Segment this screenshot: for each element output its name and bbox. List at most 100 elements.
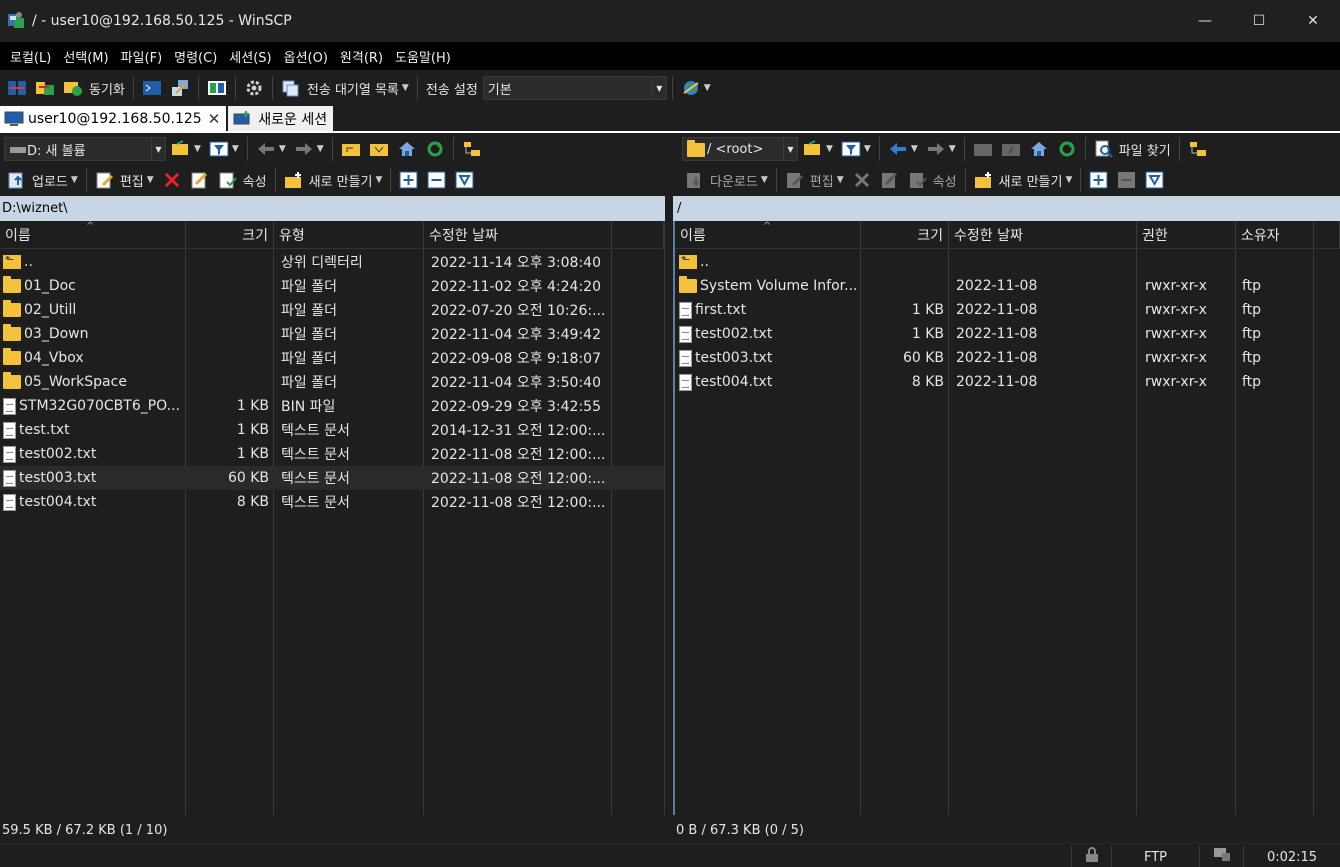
tab-new-session[interactable]: 새로운 세션 (228, 106, 334, 131)
table-row[interactable]: 03_Down 파일 폴더 2022-11-04 오후 3:49:42 (0, 322, 664, 346)
menu-help[interactable]: 도움말(H) (389, 47, 457, 66)
table-row[interactable]: first.txt 1 KB 2022-11-08 rwxr-xr-x ftp (675, 298, 1339, 322)
upload-button[interactable]: 업로드 ▼ (4, 167, 81, 193)
connection-status[interactable] (1199, 846, 1243, 867)
menu-mark[interactable]: 선택(M) (57, 47, 114, 66)
left-parent-dir-button[interactable] (338, 136, 364, 162)
left-drive-select[interactable]: D: 새 볼륨 ▼ (4, 137, 166, 161)
right-select-all-button[interactable] (1142, 167, 1168, 193)
right-drive-select[interactable]: / <root> ▼ (682, 137, 798, 161)
table-row[interactable]: 05_WorkSpace 파일 폴더 2022-11-04 오후 3:50:40 (0, 370, 664, 394)
right-new-button[interactable]: 새로 만들기 ▼ (971, 167, 1076, 193)
preferences-button[interactable] (241, 75, 267, 101)
right-col-empty (1314, 221, 1340, 249)
site-menu-button[interactable]: ▼ (678, 75, 714, 101)
table-row[interactable]: test004.txt 8 KB 2022-11-08 rwxr-xr-x ftp (675, 370, 1339, 394)
left-properties-button[interactable]: 속성 (215, 167, 270, 193)
table-row[interactable]: STM32G070CBT6_PO... 1 KB BIN 파일 2022-09-29 … (0, 394, 664, 418)
right-back-button[interactable]: ▼ (885, 136, 921, 162)
left-select-all-button[interactable] (452, 167, 478, 193)
minimize-button[interactable]: — (1178, 0, 1232, 42)
left-file-list[interactable]: 이름 ^ 크기 유형 수정한 날짜 .. 상위 디렉터리 2022-11-14 오후… (0, 221, 665, 815)
left-col-type[interactable]: 유형 (274, 221, 424, 249)
table-row[interactable]: .. 상위 디렉터리 2022-11-14 오후 3:08:40 (0, 250, 664, 274)
table-row[interactable]: System Volume Infor... 2022-11-08 rwxr-xr-… (675, 274, 1339, 298)
left-filter-button[interactable]: ▼ (206, 136, 242, 162)
table-row[interactable]: 01_Doc 파일 폴더 2022-11-02 오후 4:24:20 (0, 274, 664, 298)
table-row[interactable]: test002.txt 1 KB 텍스트 문서 2022-11-08 오전 12:00… (0, 442, 664, 466)
table-row[interactable]: 04_Vbox 파일 폴더 2022-09-08 오후 9:18:07 (0, 346, 664, 370)
right-forward-button[interactable]: ▼ (923, 136, 959, 162)
synchronize-browsing-button[interactable] (32, 75, 58, 101)
right-refresh-button[interactable] (1054, 136, 1080, 162)
left-col-name[interactable]: 이름 ^ (0, 221, 186, 249)
menu-remote[interactable]: 원격(R) (334, 47, 389, 66)
menu-session[interactable]: 세션(S) (223, 47, 277, 66)
right-delete-button[interactable] (849, 167, 875, 193)
table-row[interactable]: test003.txt 60 KB 텍스트 문서 2022-11-08 오전 12:0… (0, 466, 664, 490)
table-row[interactable]: test004.txt 8 KB 텍스트 문서 2022-11-08 오전 12:00… (0, 490, 664, 514)
right-unselect-files-button[interactable] (1114, 167, 1140, 193)
right-nav-toolbar: / <root> ▼ ▼ ▼ ▼ ▼ 파일 찾기 (682, 134, 1337, 164)
right-rename-button[interactable] (877, 167, 903, 193)
right-select-files-button[interactable] (1086, 167, 1112, 193)
file-modified: 2014-12-31 오전 12:00:... (431, 423, 606, 439)
left-back-button[interactable]: ▼ (253, 136, 289, 162)
left-tree-button[interactable] (459, 136, 485, 162)
file-icon (3, 397, 16, 415)
table-row[interactable]: test.txt 1 KB 텍스트 문서 2014-12-31 오전 12:00:..… (0, 418, 664, 442)
right-parent-dir-button[interactable] (970, 136, 996, 162)
left-rename-button[interactable] (187, 167, 213, 193)
table-row[interactable]: .. (675, 250, 1339, 274)
right-edit-button[interactable]: 편집 ▼ (782, 167, 847, 193)
transfer-preset-select[interactable]: 기본 ▼ (482, 76, 667, 100)
right-col-modified[interactable]: 수정한 날짜 (949, 221, 1137, 249)
left-delete-button[interactable] (159, 167, 185, 193)
right-col-name[interactable]: 이름 ^ (675, 221, 861, 249)
right-tree-button[interactable] (1185, 136, 1211, 162)
menu-files[interactable]: 파일(F) (115, 47, 169, 66)
menu-commands[interactable]: 명령(C) (168, 47, 223, 66)
close-icon[interactable]: ✕ (208, 110, 221, 128)
table-row[interactable]: test003.txt 60 KB 2022-11-08 rwxr-xr-x ftp (675, 346, 1339, 370)
tab-session[interactable]: user10@192.168.50.125 ✕ (0, 106, 227, 131)
left-col-modified[interactable]: 수정한 날짜 (424, 221, 612, 249)
right-file-list[interactable]: 이름 ^ 크기 수정한 날짜 권한 소유자 .. System Volume In… (675, 221, 1340, 815)
tree-icon (1188, 140, 1208, 158)
left-root-dir-button[interactable] (366, 136, 392, 162)
right-properties-button[interactable]: 속성 (905, 167, 960, 193)
left-edit-button[interactable]: 편집 ▼ (92, 167, 157, 193)
left-col-size[interactable]: 크기 (186, 221, 274, 249)
open-terminal-button[interactable] (139, 75, 165, 101)
right-col-size[interactable]: 크기 (861, 221, 949, 249)
right-path-bar[interactable]: / (673, 196, 1340, 221)
compare-directories-button[interactable] (4, 75, 30, 101)
right-open-folder-button[interactable]: ▼ (800, 136, 836, 162)
lock-status[interactable] (1071, 846, 1111, 867)
left-refresh-button[interactable] (422, 136, 448, 162)
find-files-button[interactable]: 파일 찾기 (1091, 136, 1174, 162)
queue-list-button[interactable]: 전송 대기열 목록 ▼ (278, 75, 412, 101)
maximize-button[interactable]: ☐ (1232, 0, 1286, 42)
close-window-button[interactable]: ✕ (1286, 0, 1340, 42)
preferences-panel-button[interactable] (204, 75, 230, 101)
menu-options[interactable]: 옵션(O) (278, 47, 334, 66)
right-root-dir-button[interactable] (998, 136, 1024, 162)
left-select-files-button[interactable] (396, 167, 422, 193)
table-row[interactable]: test002.txt 1 KB 2022-11-08 rwxr-xr-x ftp (675, 322, 1339, 346)
menu-local[interactable]: 로컬(L) (4, 47, 57, 66)
putty-button[interactable] (167, 75, 193, 101)
right-col-rights[interactable]: 권한 (1137, 221, 1236, 249)
right-filter-button[interactable]: ▼ (838, 136, 874, 162)
left-new-button[interactable]: 새로 만들기 ▼ (281, 167, 386, 193)
left-open-folder-button[interactable]: ▼ (168, 136, 204, 162)
synchronize-button[interactable]: 동기화 (60, 75, 128, 101)
left-forward-button[interactable]: ▼ (291, 136, 327, 162)
left-home-button[interactable] (394, 136, 420, 162)
download-button[interactable]: 다운로드 ▼ (682, 167, 771, 193)
left-path-bar[interactable]: D:\wiznet\ (0, 196, 665, 221)
table-row[interactable]: 02_Utill 파일 폴더 2022-07-20 오전 10:26:... (0, 298, 664, 322)
right-col-owner[interactable]: 소유자 (1236, 221, 1314, 249)
right-home-button[interactable] (1026, 136, 1052, 162)
left-unselect-files-button[interactable] (424, 167, 450, 193)
